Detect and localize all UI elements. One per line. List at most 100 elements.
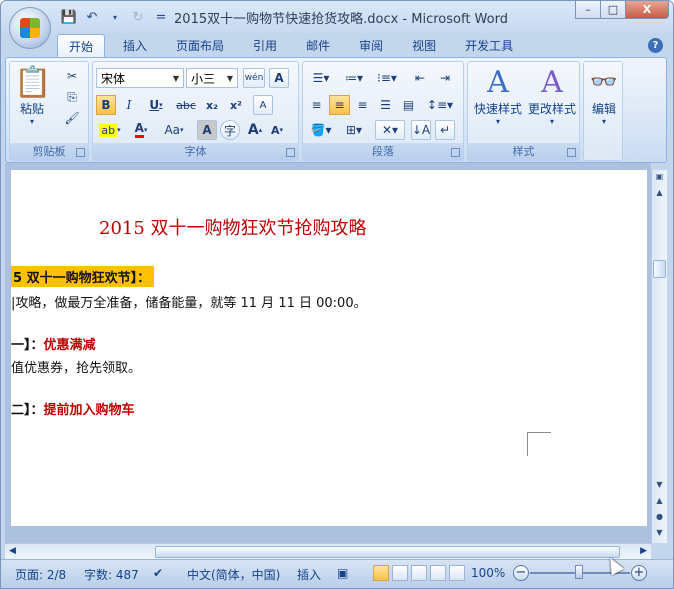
editing-button[interactable]: 👓 编辑 ▾ bbox=[586, 66, 622, 126]
change-case-button[interactable]: Aa ▾ bbox=[159, 120, 189, 140]
section-item-1-prefix: 一】： bbox=[11, 338, 44, 353]
maximize-button[interactable]: □ bbox=[600, 1, 626, 19]
close-button[interactable]: X bbox=[625, 1, 669, 19]
chinese-layout-button[interactable]: ✕▾ bbox=[375, 120, 405, 140]
highlight-button[interactable]: ab ▾ bbox=[96, 120, 124, 140]
phonetic-guide-button[interactable]: wén bbox=[243, 68, 265, 88]
font-size-select[interactable]: 小三 ▼ bbox=[186, 68, 238, 88]
ruler-toggle-icon[interactable]: ▣ bbox=[653, 170, 666, 184]
language-status[interactable]: 中文(简体，中国) bbox=[187, 566, 280, 583]
minimize-button[interactable]: – bbox=[575, 1, 601, 19]
office-button[interactable] bbox=[9, 7, 51, 49]
word-window: 💾 ↶ ▾ ↻ = 2015双十一购物节快速抢货攻略.docx - Micros… bbox=[0, 0, 674, 589]
horizontal-scrollbar[interactable]: ◀ ▶ bbox=[5, 543, 651, 559]
borders-button[interactable]: ⊞▾ bbox=[339, 120, 369, 140]
enclose-characters-button[interactable]: 字 bbox=[220, 120, 240, 140]
line-spacing-button[interactable]: ↕≡▾ bbox=[425, 95, 455, 115]
font-launcher-icon[interactable] bbox=[286, 148, 295, 157]
dropdown-arrow-icon[interactable]: ▾ bbox=[105, 8, 125, 26]
multilevel-list-button[interactable]: ⁝≡▾ bbox=[372, 68, 402, 88]
subscript-button[interactable]: x₂ bbox=[201, 95, 223, 115]
word-count[interactable]: 字数: 487 bbox=[84, 566, 139, 583]
vertical-scroll-thumb[interactable] bbox=[653, 260, 666, 278]
format-painter-icon[interactable]: 🖌 bbox=[62, 108, 82, 128]
justify-icon[interactable]: ☰ bbox=[375, 95, 396, 115]
decrease-indent-icon[interactable]: ⇤ bbox=[409, 68, 431, 88]
font-name-select[interactable]: 宋体 ▼ bbox=[96, 68, 184, 88]
section-heading: 5 双十一购物狂欢节】： bbox=[11, 266, 155, 287]
sort-icon[interactable]: ↓A bbox=[411, 120, 431, 140]
character-border-button[interactable]: A bbox=[269, 68, 289, 88]
align-center-icon[interactable]: ≡ bbox=[329, 95, 350, 115]
zoom-slider-thumb[interactable] bbox=[575, 565, 583, 579]
horizontal-scroll-thumb[interactable] bbox=[155, 546, 620, 558]
scroll-right-icon[interactable]: ▶ bbox=[640, 546, 647, 556]
tab-mailings[interactable]: 邮件 bbox=[295, 34, 341, 58]
vertical-scrollbar[interactable]: ▣ ▲ ▼ ▲ ● ▼ bbox=[651, 170, 667, 543]
full-screen-reading-view-icon[interactable] bbox=[392, 565, 408, 581]
styles-launcher-icon[interactable] bbox=[567, 148, 576, 157]
zoom-level[interactable]: 100% bbox=[471, 566, 505, 580]
web-layout-view-icon[interactable] bbox=[411, 565, 427, 581]
copy-icon[interactable]: ⎘ bbox=[62, 87, 82, 107]
tab-developer[interactable]: 开发工具 bbox=[454, 34, 524, 58]
scroll-down-icon[interactable]: ▼ bbox=[653, 478, 666, 492]
insert-mode-status[interactable]: 插入 bbox=[297, 566, 321, 583]
underline-button[interactable]: U ▾ bbox=[142, 95, 170, 115]
bullets-button[interactable]: ☰▾ bbox=[306, 68, 336, 88]
binoculars-icon: 👓 bbox=[590, 70, 618, 95]
italic-button[interactable]: I bbox=[119, 95, 139, 115]
office-logo-icon bbox=[20, 18, 40, 38]
distributed-icon[interactable]: ▤ bbox=[398, 95, 419, 115]
clear-formatting-button[interactable]: A bbox=[253, 95, 273, 115]
proofing-icon[interactable]: ✔ bbox=[153, 566, 163, 580]
redo-icon[interactable]: ↻ bbox=[128, 8, 148, 26]
browse-object-icon[interactable]: ● bbox=[653, 510, 666, 524]
shrink-font-button[interactable]: A ▾ bbox=[267, 120, 287, 140]
scroll-up-icon[interactable]: ▲ bbox=[653, 186, 666, 200]
paste-button[interactable]: 📋 粘贴 ▾ bbox=[14, 65, 52, 127]
zoom-out-icon[interactable]: − bbox=[513, 565, 529, 581]
document-page[interactable]: 2015 双十一购物狂欢节抢购攻略 5 双十一购物狂欢节】： |攻略，做最万全准… bbox=[11, 170, 647, 526]
save-icon[interactable]: 💾 bbox=[59, 8, 79, 26]
tab-page-layout[interactable]: 页面布局 bbox=[165, 34, 235, 58]
scroll-left-icon[interactable]: ◀ bbox=[9, 546, 16, 556]
shading-button[interactable]: 🪣▾ bbox=[306, 120, 336, 140]
help-icon[interactable]: ? bbox=[648, 38, 663, 53]
macro-record-icon[interactable]: ▣ bbox=[337, 566, 348, 580]
next-page-icon[interactable]: ▼ bbox=[653, 526, 666, 540]
draft-view-icon[interactable] bbox=[449, 565, 465, 581]
undo-icon[interactable]: ↶ bbox=[82, 8, 102, 26]
section-item-1: 一】：优惠满减 bbox=[11, 334, 96, 353]
chevron-down-icon: ▾ bbox=[143, 126, 148, 134]
strikethrough-button[interactable]: abc bbox=[173, 95, 199, 115]
cut-icon[interactable]: ✂ bbox=[62, 66, 82, 86]
change-styles-button[interactable]: A 更改样式 ▾ bbox=[526, 66, 578, 127]
chevron-down-icon: ▼ bbox=[226, 73, 233, 83]
align-left-icon[interactable]: ≡ bbox=[306, 95, 327, 115]
paragraph-launcher-icon[interactable] bbox=[451, 148, 460, 157]
tab-home[interactable]: 开始 bbox=[57, 34, 106, 58]
paste-icon: 📋 bbox=[14, 65, 52, 100]
superscript-button[interactable]: x² bbox=[225, 95, 247, 115]
show-marks-icon[interactable]: ↵ bbox=[435, 120, 455, 140]
previous-page-icon[interactable]: ▲ bbox=[653, 494, 666, 508]
tab-review[interactable]: 审阅 bbox=[348, 34, 394, 58]
zoom-in-icon[interactable]: + bbox=[631, 565, 647, 581]
quick-styles-button[interactable]: A 快速样式 ▾ bbox=[472, 66, 524, 127]
clipboard-launcher-icon[interactable] bbox=[76, 148, 85, 157]
outline-view-icon[interactable] bbox=[430, 565, 446, 581]
character-shading-button[interactable]: A bbox=[197, 120, 217, 140]
tab-references[interactable]: 引用 bbox=[242, 34, 288, 58]
increase-indent-icon[interactable]: ⇥ bbox=[434, 68, 456, 88]
font-color-button[interactable]: A ▾ bbox=[127, 120, 155, 140]
print-layout-view-icon[interactable] bbox=[373, 565, 389, 581]
tab-view[interactable]: 视图 bbox=[401, 34, 447, 58]
bold-button[interactable]: B bbox=[96, 95, 116, 115]
grow-font-button[interactable]: A ▴ bbox=[245, 120, 265, 140]
page-count[interactable]: 页面: 2/8 bbox=[15, 566, 66, 583]
numbering-button[interactable]: ≔▾ bbox=[339, 68, 369, 88]
section-item-1-title: 优惠满减 bbox=[43, 338, 96, 353]
align-right-icon[interactable]: ≡ bbox=[352, 95, 373, 115]
tab-insert[interactable]: 插入 bbox=[112, 34, 158, 58]
